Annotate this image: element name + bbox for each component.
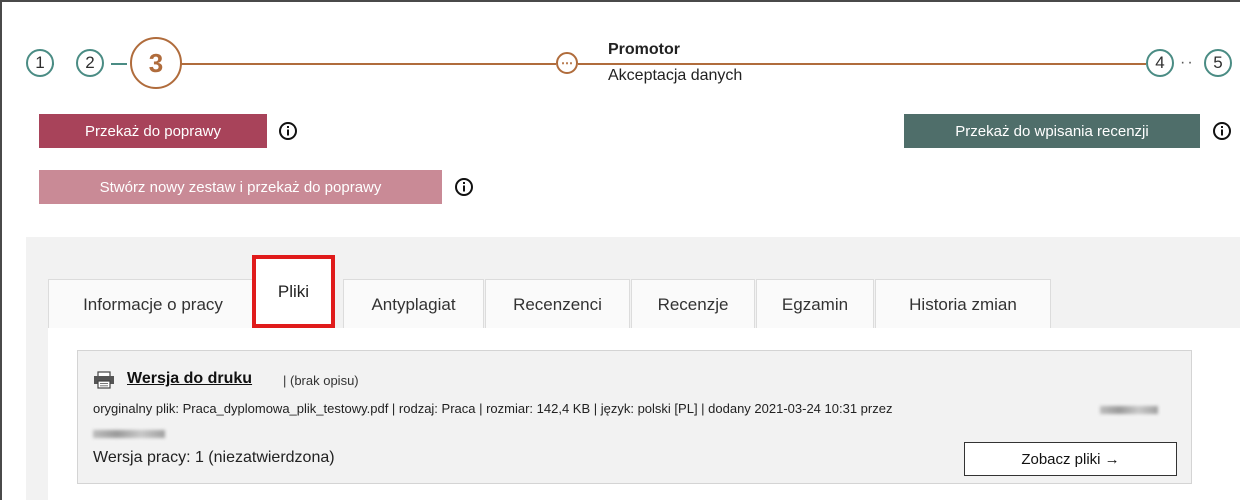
step-3-current[interactable]: 3	[130, 37, 182, 89]
substep-title: Promotor	[608, 41, 680, 58]
stepper-connector	[180, 63, 556, 65]
redacted-author	[1100, 406, 1158, 414]
stepper-connector	[111, 63, 127, 65]
info-icon[interactable]	[278, 121, 298, 141]
tab-history[interactable]: Historia zmian	[875, 279, 1051, 329]
file-metadata: oryginalny plik: Praca_dyplomowa_plik_te…	[93, 401, 893, 416]
return-for-correction-button[interactable]: Przekaż do poprawy	[39, 114, 267, 148]
tab-reviewers[interactable]: Recenzenci	[485, 279, 630, 329]
create-new-set-button[interactable]: Stwórz nowy zestaw i przekaż do poprawy	[39, 170, 442, 204]
info-icon[interactable]	[454, 177, 474, 197]
stepper-dots: ··	[1180, 54, 1195, 71]
tab-work-info[interactable]: Informacje o pracy	[48, 279, 258, 329]
file-title-link[interactable]: Wersja do druku	[127, 370, 252, 388]
step-4[interactable]: 4	[1146, 49, 1174, 77]
current-substep-icon: ⋯	[556, 52, 578, 74]
tab-files-active[interactable]: Pliki	[252, 255, 335, 328]
redacted-author	[93, 430, 165, 438]
step-2[interactable]: 2	[76, 49, 104, 77]
info-icon[interactable]	[1212, 121, 1232, 141]
printer-icon	[94, 371, 114, 389]
see-files-button[interactable]: Zobacz pliki →	[964, 442, 1177, 476]
stepper-connector	[578, 63, 1146, 65]
tab-exam[interactable]: Egzamin	[756, 279, 874, 329]
substep-subtitle: Akceptacja danych	[608, 67, 743, 84]
send-for-review-button[interactable]: Przekaż do wpisania recenzji	[904, 114, 1200, 148]
tab-reviews[interactable]: Recenzje	[631, 279, 755, 329]
step-1[interactable]: 1	[26, 49, 54, 77]
file-description: | (brak opisu)	[283, 373, 359, 388]
step-5[interactable]: 5	[1204, 49, 1232, 77]
work-version-status: Wersja pracy: 1 (niezatwierdzona)	[93, 449, 335, 466]
progress-stepper: 1 2 3 ⋯ Promotor Akceptacja danych 4 ·· …	[0, 0, 1240, 110]
tab-antiplagiarism[interactable]: Antyplagiat	[343, 279, 484, 329]
